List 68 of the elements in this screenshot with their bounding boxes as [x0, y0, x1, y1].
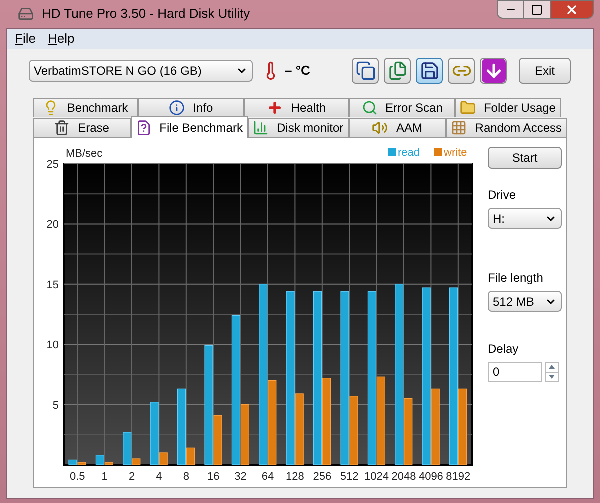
toolbar-button[interactable] [480, 58, 507, 84]
x-tick-label: 4096 [418, 471, 444, 483]
x-tick-label: 128 [286, 471, 304, 483]
maximize-icon [531, 4, 543, 16]
save-icon [420, 61, 440, 81]
folder-icon [460, 100, 476, 116]
info-icon [169, 100, 186, 116]
tab[interactable]: Disk monitor [248, 118, 349, 137]
y-tick-label: 5 [52, 400, 59, 412]
close-icon [565, 2, 579, 16]
x-tick-label: 2 [128, 471, 136, 483]
legend-label: write [444, 147, 468, 159]
tab[interactable]: Health [244, 98, 350, 117]
tab[interactable]: Erase [33, 118, 131, 137]
download-icon [482, 59, 506, 83]
y-axis-label: MB/sec [66, 148, 103, 160]
delay-label: Delay [488, 341, 520, 358]
delay-field[interactable]: 0 [488, 362, 542, 382]
x-tick-label: 8192 [446, 471, 471, 483]
x-tick-label: 16 [207, 471, 220, 483]
spinner[interactable] [545, 362, 559, 382]
search-icon [362, 100, 378, 116]
temperature: – °C [285, 62, 310, 80]
menu-item[interactable]: Help [48, 29, 75, 49]
x-tick-label: 8 [183, 471, 190, 483]
trash-icon [54, 120, 70, 136]
drive-dropdown[interactable]: H: [488, 208, 562, 229]
x-tick-label: 0.5 [70, 471, 86, 483]
x-tick-label: 256 [313, 471, 332, 483]
file-icon [136, 120, 152, 136]
y-tick-label: 20 [46, 219, 59, 232]
drive-label: Drive [488, 187, 518, 204]
maximize-button[interactable] [524, 0, 550, 19]
tab[interactable]: Benchmark [33, 98, 138, 117]
start-button[interactable]: Start [488, 147, 562, 169]
bar-chart-icon [252, 120, 269, 136]
copy-icon [356, 61, 376, 81]
speaker-icon [372, 120, 388, 136]
x-tick-label: 1024 [364, 471, 390, 483]
drive-select[interactable]: VerbatimSTORE N GO (16 GB) [29, 60, 253, 82]
close-button[interactable] [550, 0, 594, 19]
y-tick-label: 10 [46, 340, 59, 352]
exit-button[interactable]: Exit [519, 58, 571, 84]
y-tick-label: 25 [46, 159, 59, 171]
x-tick-label: 4 [156, 471, 162, 483]
tab[interactable]: AAM [348, 118, 446, 137]
copy-icon [388, 61, 408, 81]
cross-icon [267, 100, 284, 116]
tab[interactable]: Random Access [446, 118, 567, 137]
x-tick-label: 1 [102, 471, 108, 483]
window-title: HD Tune Pro 3.50 - Hard Disk Utility [42, 5, 250, 24]
y-tick-label: 15 [46, 279, 59, 292]
tab[interactable]: Folder Usage [454, 98, 561, 117]
grid-icon [451, 120, 468, 136]
tab[interactable]: Error Scan [349, 98, 455, 117]
toolbar-button[interactable] [352, 58, 379, 84]
tab[interactable]: File Benchmark [130, 116, 248, 138]
x-tick-label: 32 [234, 471, 247, 483]
x-tick-label: 2048 [392, 471, 416, 483]
x-tick-label: 64 [262, 471, 274, 483]
x-tick-label: 512 [340, 471, 359, 483]
menu-item[interactable]: File [15, 29, 36, 49]
tab[interactable]: Info [138, 98, 244, 117]
toolbar-button[interactable] [384, 58, 411, 84]
legend-label: read [398, 147, 420, 159]
file-length-label: File length [488, 270, 544, 287]
file-length-dropdown[interactable]: 512 MB [488, 291, 562, 312]
toolbar-button[interactable] [416, 58, 443, 84]
